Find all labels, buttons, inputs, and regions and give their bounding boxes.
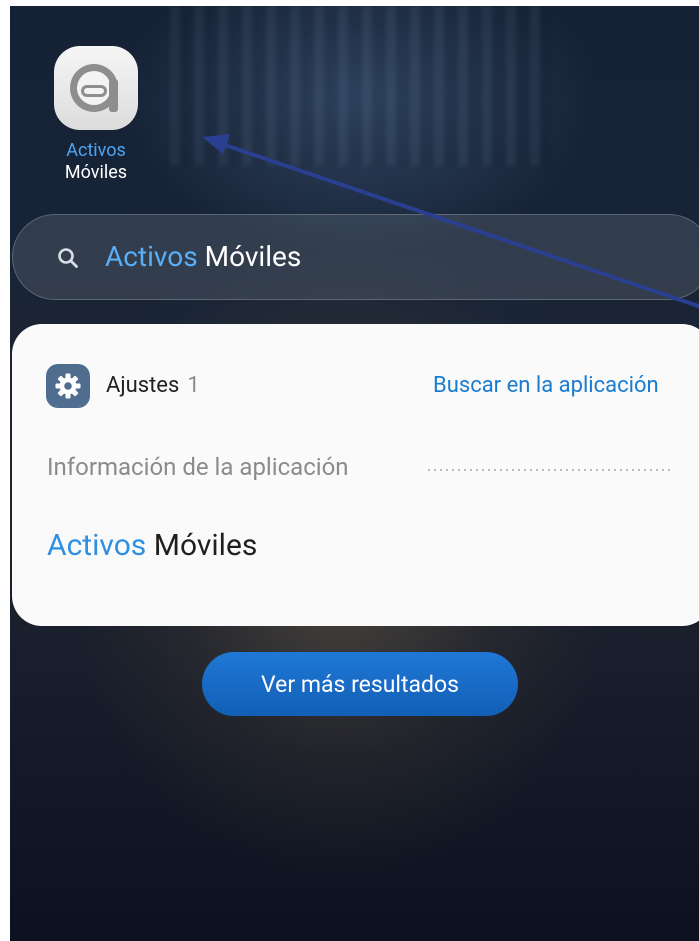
search-query-rest: Móviles (204, 240, 302, 273)
search-icon (58, 248, 78, 268)
wallpaper-blur (170, 6, 550, 166)
result-item-activos-moviles[interactable]: Activos Móviles (47, 528, 257, 564)
section-title-text: Ajustes (106, 373, 180, 398)
app-label[interactable]: Activos Móviles (34, 140, 158, 184)
result-name-rest: Móviles (153, 528, 258, 563)
phone-screen: Activos Móviles Activos Móviles Ajustes … (10, 6, 699, 941)
app-label-rest: Móviles (64, 162, 128, 183)
dotted-divider (426, 469, 674, 471)
settings-gear-icon (46, 364, 90, 408)
search-in-app-link[interactable]: Buscar en la aplicación (433, 372, 659, 400)
activos-moviles-app-icon[interactable] (54, 46, 138, 130)
app-label-highlight: Activos (66, 140, 126, 161)
result-name-highlight: Activos (47, 528, 147, 563)
more-results-button[interactable]: Ver más resultados (202, 652, 518, 716)
app-info-label: Información de la aplicación (47, 453, 349, 481)
search-input[interactable]: Activos Móviles (12, 214, 699, 300)
result-count: 1 (187, 373, 200, 398)
gear-icon (55, 373, 81, 399)
section-title: Ajustes 1 (106, 372, 200, 400)
settings-result-card: Ajustes 1 Buscar en la aplicación Informa… (12, 324, 699, 626)
search-query: Activos Móviles (105, 239, 301, 275)
search-query-highlight: Activos (105, 240, 198, 273)
app-logo-icon (70, 64, 118, 112)
